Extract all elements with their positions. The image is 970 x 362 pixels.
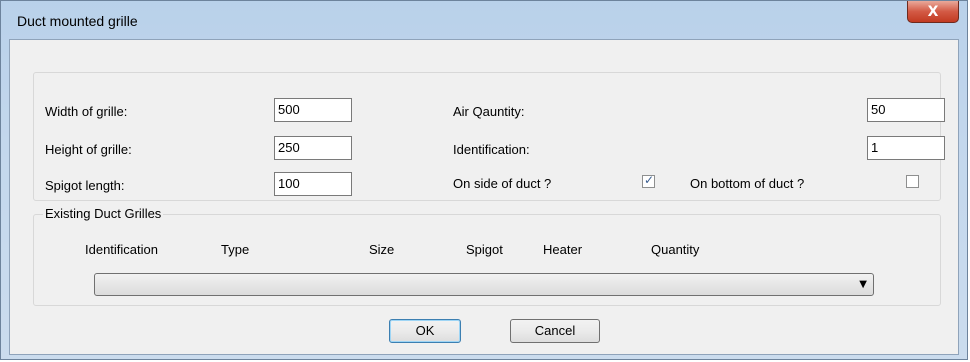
dialog-client-area: Width of grille: 500 Height of grille: 2…	[9, 39, 959, 355]
title-bar[interactable]: Duct mounted grille X	[1, 1, 967, 37]
chevron-down-icon[interactable]: ▼	[859, 279, 867, 290]
column-header-heater: Heater	[543, 242, 583, 257]
column-header-size: Size	[369, 242, 395, 257]
column-header-type: Type	[221, 242, 250, 257]
air-quantity-input[interactable]: 50	[867, 98, 945, 122]
height-label: Height of grille:	[45, 142, 132, 157]
spigot-length-input[interactable]: 100	[274, 172, 352, 196]
checkmark-icon: ✓	[644, 173, 655, 187]
existing-duct-grilles-label: Existing Duct Grilles	[43, 206, 164, 221]
ok-button[interactable]: OK	[389, 319, 461, 343]
identification-label: Identification:	[453, 142, 530, 157]
height-input[interactable]: 250	[274, 136, 352, 160]
column-header-quantity: Quantity	[651, 242, 700, 257]
on-bottom-of-duct-label: On bottom of duct ?	[690, 176, 805, 191]
on-side-of-duct-checkbox[interactable]: ✓	[642, 173, 655, 188]
spigot-length-label: Spigot length:	[45, 178, 125, 193]
width-label: Width of grille:	[45, 104, 128, 119]
existing-grilles-dropdown[interactable]: ▼	[94, 273, 874, 296]
width-input[interactable]: 500	[274, 98, 352, 122]
column-header-spigot: Spigot	[466, 242, 503, 257]
window-title: Duct mounted grille	[17, 13, 138, 29]
close-icon: X	[927, 3, 939, 20]
air-quantity-label: Air Qauntity:	[453, 104, 525, 119]
column-header-identification: Identification	[85, 242, 158, 257]
close-button[interactable]: X	[907, 1, 959, 23]
cancel-button[interactable]: Cancel	[510, 319, 600, 343]
on-side-of-duct-label: On side of duct ?	[453, 176, 552, 191]
dialog-window: Duct mounted grille X Width of grille: 5…	[0, 0, 968, 360]
on-bottom-of-duct-checkbox[interactable]	[906, 175, 919, 188]
identification-input[interactable]: 1	[867, 136, 945, 160]
